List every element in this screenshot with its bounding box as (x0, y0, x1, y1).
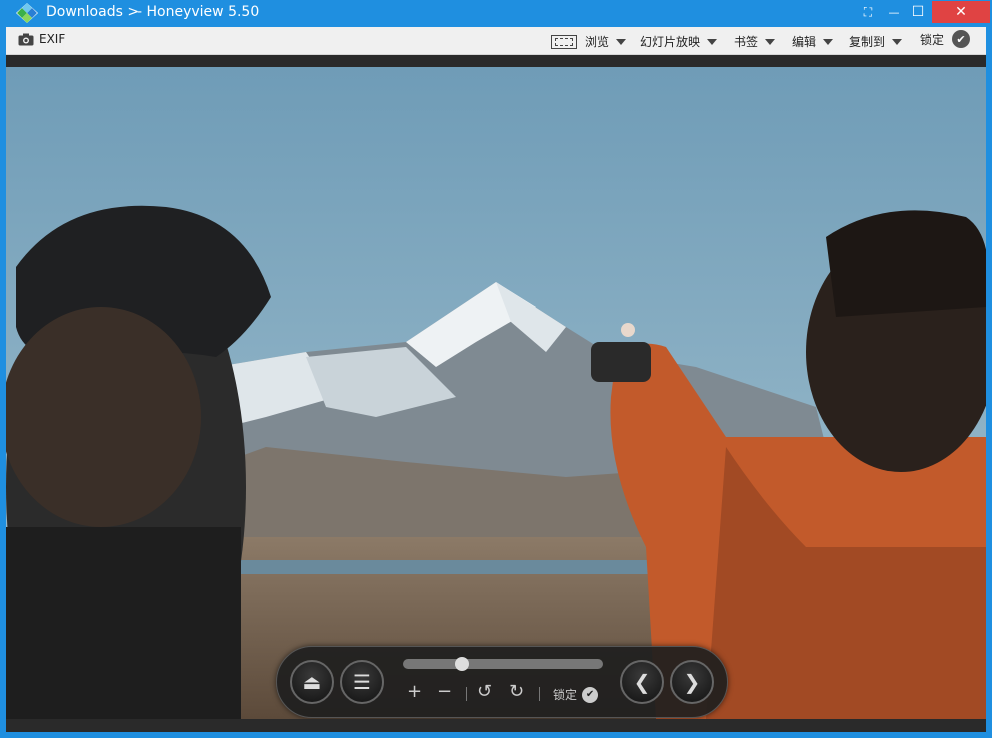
lock-button[interactable]: 锁定 ✔ (920, 30, 971, 48)
slider-thumb[interactable] (455, 657, 469, 671)
menu-button[interactable]: ☰ (340, 660, 384, 704)
menu-icon: ☰ (353, 670, 371, 694)
slideshow-menu[interactable]: 幻灯片放映 (640, 33, 718, 50)
chevron-down-icon (823, 39, 834, 45)
fullscreen-icon (551, 34, 577, 49)
bookmark-menu[interactable]: 书签 (734, 33, 776, 50)
app-window: Downloads > - Honeyview 5.50 ⛶ — ☐ ✕ EXI… (0, 0, 992, 738)
maximize-button[interactable]: ☐ (903, 0, 933, 24)
next-image-button[interactable]: ❯ (670, 660, 714, 704)
lock-label: 锁定 (920, 32, 945, 47)
chevron-down-icon (707, 39, 718, 45)
title-bar[interactable]: Downloads > - Honeyview 5.50 ⛶ — ☐ ✕ (0, 0, 992, 26)
copy-to-label: 复制到 (849, 35, 886, 49)
close-icon: ✕ (955, 4, 967, 20)
rotate-left-button[interactable]: ↺ (477, 681, 492, 702)
edit-label: 编辑 (792, 35, 817, 49)
toolbar: EXIF 浏览 幻灯片放映 书签 编辑 复制到 锁定 ✔ (6, 27, 986, 55)
browse-menu[interactable]: 浏览 (551, 33, 627, 50)
maximize-icon: ☐ (911, 4, 925, 20)
copy-to-menu[interactable]: 复制到 (849, 33, 903, 50)
zoom-in-button[interactable]: + (407, 681, 422, 702)
rotate-right-button[interactable]: ↻ (509, 681, 524, 702)
fit-icon: ⛶ (863, 4, 873, 19)
minimize-icon: — (888, 5, 900, 19)
eject-icon: ⏏ (302, 670, 322, 694)
zoom-out-button[interactable]: − (437, 681, 452, 702)
control-divider (466, 687, 467, 701)
chevron-right-icon: ❯ (683, 670, 701, 694)
exif-label: EXIF (39, 32, 66, 46)
close-button[interactable]: ✕ (932, 1, 990, 23)
photo-image (6, 67, 986, 719)
chevron-left-icon: ❮ (633, 670, 651, 694)
chevron-down-icon (892, 39, 903, 45)
camera-icon (18, 33, 34, 45)
title-folder-path: Downloads > (46, 4, 140, 20)
honeyview-logo-icon (16, 3, 38, 23)
bottom-divider (6, 719, 986, 732)
window-title: - Honeyview 5.50 (137, 4, 260, 20)
slideshow-label: 幻灯片放映 (640, 35, 701, 49)
eject-button[interactable]: ⏏ (290, 660, 334, 704)
progress-slider[interactable] (403, 657, 603, 671)
exif-button[interactable]: EXIF (18, 32, 65, 46)
image-viewport[interactable]: ⏏ ☰ + − ↺ ↻ 锁定 ✔ ❮ ❯ (6, 67, 986, 719)
check-icon: ✔ (952, 30, 971, 48)
chevron-down-icon (765, 39, 776, 45)
top-divider (6, 55, 986, 67)
edit-menu[interactable]: 编辑 (792, 33, 834, 50)
browse-label: 浏览 (585, 35, 610, 49)
previous-image-button[interactable]: ❮ (620, 660, 664, 704)
bookmark-label: 书签 (734, 35, 759, 49)
check-icon: ✔ (582, 686, 599, 703)
control-divider (539, 687, 540, 701)
control-bar: ⏏ ☰ + − ↺ ↻ 锁定 ✔ ❮ ❯ (276, 646, 728, 718)
overlay-lock-button[interactable]: 锁定 ✔ (553, 686, 599, 703)
chevron-down-icon (616, 39, 627, 45)
overlay-lock-label: 锁定 (553, 688, 578, 702)
